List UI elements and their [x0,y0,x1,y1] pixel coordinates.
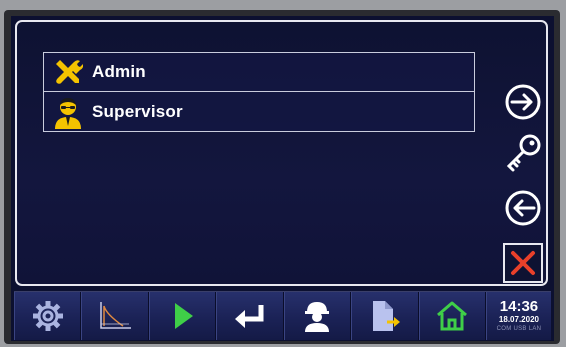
export-document-icon [372,301,400,331]
chart-icon [100,302,132,329]
clock-date: 18.07.2020 [498,315,539,324]
play-icon [174,303,193,329]
home-icon [437,301,468,331]
login-icon [505,84,541,120]
user-list: Admin Supervisor [43,52,475,132]
wrench-screwdriver-icon [44,52,92,92]
user-row-supervisor[interactable]: Supervisor [43,92,475,132]
bottom-toolbar: 14:36 18.07.2020 COM USB LAN [14,291,551,340]
user-label: Supervisor [92,101,183,121]
logout-button[interactable] [501,186,545,230]
logout-icon [505,190,541,226]
play-button[interactable] [148,292,217,340]
chart-button[interactable] [81,292,149,340]
home-button[interactable] [418,292,486,340]
port-status: COM USB LAN [496,326,542,332]
key-icon [506,134,541,172]
login-panel: Admin Supervisor [15,20,548,286]
settings-button[interactable] [14,292,82,340]
supervisor-person-icon [44,92,92,132]
export-button[interactable] [351,292,419,340]
user-row-admin[interactable]: Admin [43,52,475,92]
hmi-screen: Admin Supervisor 14:36 18.07.2020 COM US… [11,16,554,341]
close-icon [511,251,535,275]
clock-time: 14:36 [499,298,539,315]
worker-icon [305,302,330,332]
enter-button[interactable] [216,292,284,340]
worker-button[interactable] [283,292,352,340]
user-label: Admin [92,62,146,81]
clock-status: 14:36 18.07.2020 COM USB LAN [485,292,551,340]
key-button[interactable] [501,130,545,174]
gear-icon [32,301,63,331]
close-button[interactable] [503,243,543,283]
login-button[interactable] [501,80,545,124]
enter-icon [234,305,264,328]
